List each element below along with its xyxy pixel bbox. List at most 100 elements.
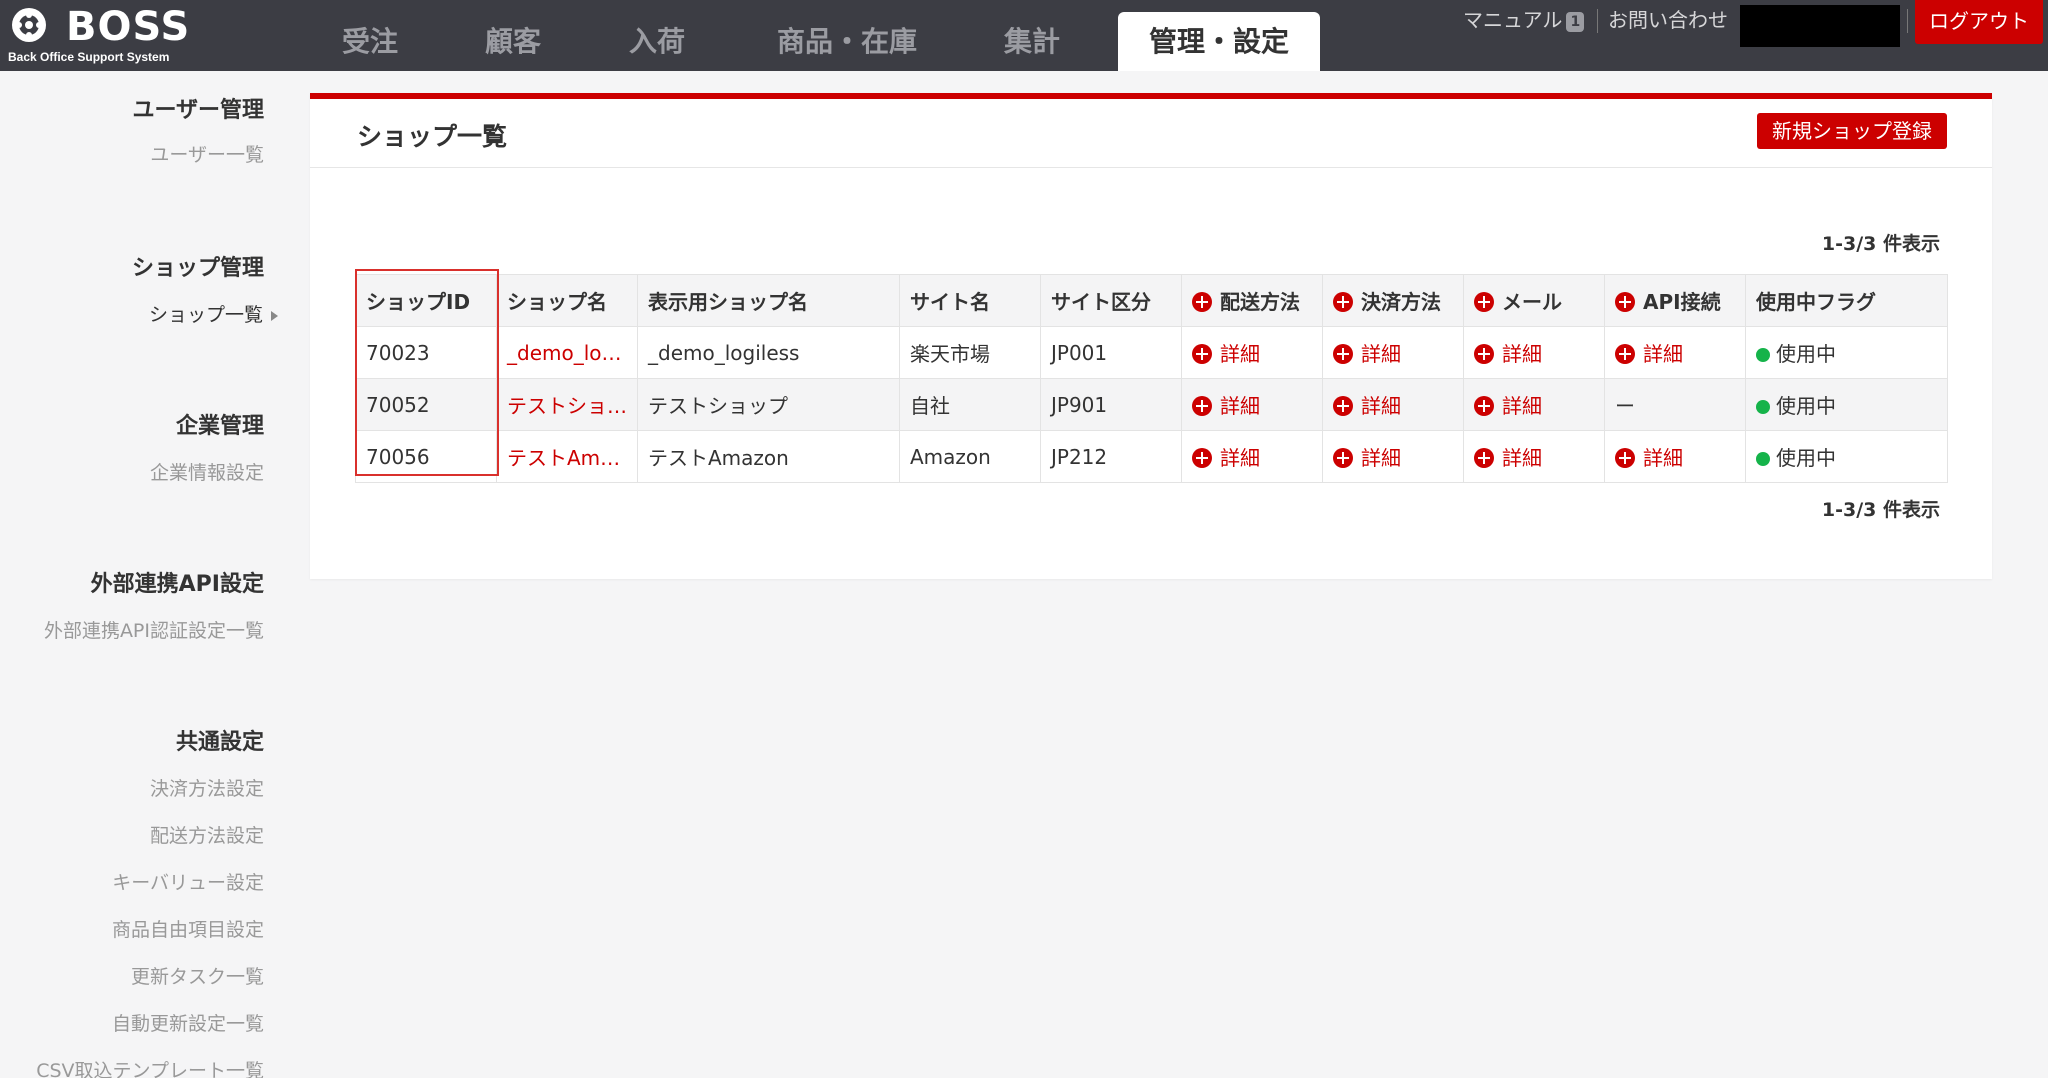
sidebar-item-user-list[interactable]: ユーザー一覧 <box>150 140 264 167</box>
cell-site-type: JP212 <box>1040 430 1182 483</box>
api-detail-link[interactable]: 詳細 <box>1604 326 1746 379</box>
sidebar-item-csv-template-list[interactable]: CSV取込テンプレート一覧 <box>36 1056 264 1078</box>
detail-label: 詳細 <box>1361 394 1401 418</box>
column-header-shipping[interactable]: 配送方法 <box>1181 274 1323 327</box>
detail-label: 詳細 <box>1220 446 1260 470</box>
sidebar-item-shipping-settings[interactable]: 配送方法設定 <box>150 821 264 848</box>
detail-label: 詳細 <box>1220 394 1260 418</box>
expand-plus-icon[interactable] <box>1333 292 1353 312</box>
sidebar-item-auto-update-list[interactable]: 自動更新設定一覧 <box>112 1009 264 1036</box>
sidebar-item-api-auth-list[interactable]: 外部連携API認証設定一覧 <box>44 616 264 643</box>
column-header-site-name[interactable]: サイト名 <box>899 274 1041 327</box>
column-header-site-type[interactable]: サイト区分 <box>1040 274 1182 327</box>
mail-detail-link[interactable]: 詳細 <box>1463 326 1605 379</box>
sidebar-item-shop-list[interactable]: ショップ一覧 <box>149 300 278 327</box>
shipping-detail-link[interactable]: 詳細 <box>1181 326 1323 379</box>
table-row: 70023 _demo_logiless _demo_logiless 楽天市場… <box>355 326 1948 379</box>
column-header-shop-id[interactable]: ショップID <box>355 274 497 327</box>
cell-site-name: 楽天市場 <box>899 326 1041 379</box>
shop-name-link[interactable]: _demo_logiless <box>496 326 638 379</box>
api-detail-link[interactable]: 詳細 <box>1604 430 1746 483</box>
status-label: 使用中 <box>1776 394 1836 418</box>
cell-site-name: Amazon <box>899 430 1041 483</box>
cell-shop-id: 70056 <box>355 430 497 483</box>
sidebar-item-company-info[interactable]: 企業情報設定 <box>150 458 264 485</box>
plus-icon <box>1615 448 1635 468</box>
status-label: 使用中 <box>1776 342 1836 366</box>
logout-button[interactable]: ログアウト <box>1915 0 2043 44</box>
column-header-active-flag[interactable]: 使用中フラグ <box>1745 274 1948 327</box>
caret-right-icon <box>271 310 278 321</box>
sidebar-heading-shop-mgmt: ショップ管理 <box>131 256 264 281</box>
expand-plus-icon[interactable] <box>1192 292 1212 312</box>
tab-arrivals[interactable]: 入荷 <box>607 12 707 71</box>
plus-icon <box>1192 396 1212 416</box>
plus-icon <box>1333 344 1353 364</box>
expand-plus-icon[interactable] <box>1474 292 1494 312</box>
result-count-top: 1-3/3 件表示 <box>1821 233 1940 255</box>
column-header-payment[interactable]: 決済方法 <box>1322 274 1464 327</box>
cell-api-none: ー <box>1604 378 1746 431</box>
column-header-display-name[interactable]: 表示用ショップ名 <box>637 274 900 327</box>
sidebar-item-payment-settings[interactable]: 決済方法設定 <box>150 774 264 801</box>
result-count-bottom: 1-3/3 件表示 <box>1821 499 1940 521</box>
plus-icon <box>1474 448 1494 468</box>
column-header-api[interactable]: API接続 <box>1604 274 1746 327</box>
mail-detail-link[interactable]: 詳細 <box>1463 378 1605 431</box>
top-header: BOSS Back Office Support System 受注 顧客 入荷… <box>0 0 2048 71</box>
manual-link[interactable]: マニュアル 1 <box>1463 7 1585 33</box>
plus-icon <box>1474 344 1494 364</box>
plus-icon <box>1333 448 1353 468</box>
tab-orders[interactable]: 受注 <box>320 12 420 71</box>
contact-link[interactable]: お問い合わせ <box>1608 7 1728 33</box>
tab-aggregation[interactable]: 集計 <box>982 12 1082 71</box>
sidebar-heading-api-settings: 外部連携API設定 <box>90 572 264 597</box>
cell-active-flag: 使用中 <box>1745 326 1948 379</box>
sidebar-item-update-task-list[interactable]: 更新タスク一覧 <box>131 962 264 989</box>
table-row: 70052 テストショップ テストショップ 自社 JP901 詳細 詳細 詳細 … <box>355 378 1948 431</box>
logo-icon <box>12 8 46 42</box>
column-header-mail[interactable]: メール <box>1463 274 1605 327</box>
shipping-detail-link[interactable]: 詳細 <box>1181 378 1323 431</box>
tab-customers[interactable]: 顧客 <box>463 12 563 71</box>
plus-icon <box>1474 396 1494 416</box>
cell-display-name: _demo_logiless <box>637 326 900 379</box>
tab-admin-settings[interactable]: 管理・設定 <box>1118 12 1320 71</box>
cell-site-type: JP001 <box>1040 326 1182 379</box>
page-title: ショップ一覧 <box>357 122 508 151</box>
detail-label: 詳細 <box>1643 342 1683 366</box>
detail-label: 詳細 <box>1502 446 1542 470</box>
plus-icon <box>1192 344 1212 364</box>
cell-active-flag: 使用中 <box>1745 378 1948 431</box>
user-name-box[interactable] <box>1740 5 1900 47</box>
detail-label: 詳細 <box>1361 342 1401 366</box>
payment-detail-link[interactable]: 詳細 <box>1322 430 1464 483</box>
detail-label: 詳細 <box>1643 446 1683 470</box>
mail-detail-link[interactable]: 詳細 <box>1463 430 1605 483</box>
sidebar-item-keyvalue-settings[interactable]: キーバリュー設定 <box>112 868 264 895</box>
column-header-label: API接続 <box>1643 290 1721 314</box>
shipping-detail-link[interactable]: 詳細 <box>1181 430 1323 483</box>
header-divider <box>1907 9 1908 33</box>
table-row: 70056 テストAmazon テストAmazon Amazon JP212 詳… <box>355 430 1948 483</box>
cell-display-name: テストショップ <box>637 378 900 431</box>
header-divider <box>1597 9 1598 33</box>
status-dot-icon <box>1756 452 1770 466</box>
sidebar-item-label: ショップ一覧 <box>148 304 263 326</box>
shop-name-link[interactable]: テストショップ <box>496 378 638 431</box>
shop-name-link[interactable]: テストAmazon <box>496 430 638 483</box>
new-shop-button[interactable]: 新規ショップ登録 <box>1757 113 1947 149</box>
column-header-label: 決済方法 <box>1361 290 1441 314</box>
sidebar-heading-company-mgmt: 企業管理 <box>175 414 264 439</box>
column-header-shop-name[interactable]: ショップ名 <box>496 274 638 327</box>
expand-plus-icon[interactable] <box>1615 292 1635 312</box>
cell-site-name: 自社 <box>899 378 1041 431</box>
detail-label: 詳細 <box>1220 342 1260 366</box>
cell-display-name: テストAmazon <box>637 430 900 483</box>
payment-detail-link[interactable]: 詳細 <box>1322 326 1464 379</box>
sidebar-item-free-item-settings[interactable]: 商品自由項目設定 <box>112 915 264 942</box>
tab-products-inventory[interactable]: 商品・在庫 <box>757 12 937 71</box>
payment-detail-link[interactable]: 詳細 <box>1322 378 1464 431</box>
logo[interactable]: BOSS Back Office Support System <box>8 4 198 64</box>
plus-icon <box>1615 344 1635 364</box>
